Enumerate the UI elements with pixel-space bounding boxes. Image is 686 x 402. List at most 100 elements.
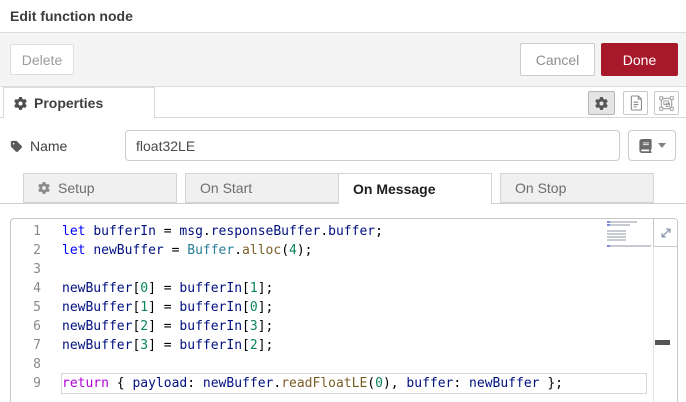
code-token: . bbox=[320, 224, 329, 239]
code-token: let bbox=[62, 224, 86, 239]
tab-label: On Stop bbox=[515, 180, 567, 196]
code-token: . bbox=[202, 224, 211, 239]
name-form-row: Name bbox=[0, 118, 686, 173]
code-token: newBuffer bbox=[93, 243, 164, 258]
code-token: payload bbox=[132, 376, 188, 391]
code-token: ]; bbox=[257, 319, 274, 334]
line-numbers[interactable]: 1 2 3 4 5 6 7 8 9 bbox=[11, 222, 41, 393]
code-token: [ bbox=[242, 319, 250, 334]
name-label-text: Name bbox=[30, 138, 68, 154]
code-token: newBuffer bbox=[62, 281, 133, 296]
code-token: 2 bbox=[140, 319, 149, 334]
code-token: buffer bbox=[328, 224, 376, 239]
code-editor[interactable]: 123456789 let bufferIn = msg.responseBuf… bbox=[10, 218, 678, 402]
minimap[interactable] bbox=[607, 221, 651, 247]
expand-button[interactable] bbox=[653, 219, 677, 247]
gear-icon bbox=[14, 96, 27, 110]
gear-icon bbox=[595, 96, 608, 110]
minimap-row bbox=[607, 236, 626, 238]
code-token: ]; bbox=[257, 281, 274, 296]
code-token: ] = bbox=[148, 281, 180, 296]
code-token: 1 bbox=[249, 281, 258, 296]
object-group-icon bbox=[659, 95, 674, 111]
code-token: ), bbox=[382, 376, 407, 391]
code-line[interactable]: let bufferIn = msg.responseBuffer.buffer… bbox=[62, 222, 646, 241]
code-token: newBuffer bbox=[62, 338, 133, 353]
code-line[interactable] bbox=[62, 355, 646, 374]
code-line[interactable]: newBuffer[1] = bufferIn[0]; bbox=[62, 298, 646, 317]
expand-icon bbox=[660, 227, 672, 239]
code-token: let bbox=[62, 243, 86, 258]
line-number: 5 bbox=[33, 300, 41, 315]
tab-on-start[interactable]: On Start bbox=[185, 173, 339, 203]
line-number: 8 bbox=[33, 357, 41, 372]
code-token: ( bbox=[367, 376, 376, 391]
code-token: newBuffer bbox=[469, 376, 540, 391]
code-token: ( bbox=[281, 243, 290, 258]
line-number: 9 bbox=[33, 376, 41, 391]
properties-icon-button[interactable] bbox=[588, 91, 615, 115]
name-label: Name bbox=[10, 138, 67, 154]
tab-label: On Start bbox=[200, 180, 253, 196]
code-token: return bbox=[62, 376, 109, 391]
code-token: bufferIn bbox=[179, 319, 243, 334]
code-token: ] = bbox=[148, 300, 180, 315]
dialog-toolbar: Delete Cancel Done bbox=[0, 33, 686, 87]
minimap-row bbox=[607, 245, 651, 247]
code-token: 1 bbox=[140, 300, 149, 315]
gear-icon bbox=[38, 182, 50, 194]
code-token: newBuffer bbox=[62, 300, 133, 315]
code-token: readFloatLE bbox=[281, 376, 368, 391]
code-token: msg bbox=[179, 224, 203, 239]
minimap-row bbox=[607, 233, 626, 235]
code-token: 0 bbox=[140, 281, 149, 296]
tab-on-stop[interactable]: On Stop bbox=[500, 173, 654, 203]
code-token: ]; bbox=[257, 338, 274, 353]
name-input[interactable] bbox=[125, 130, 620, 161]
properties-tab[interactable]: Properties bbox=[3, 87, 155, 118]
code-content[interactable]: let bufferIn = msg.responseBuffer.buffer… bbox=[61, 222, 647, 394]
code-token: ] = bbox=[148, 338, 180, 353]
appearance-icon-button[interactable] bbox=[654, 91, 679, 115]
code-line[interactable] bbox=[62, 260, 646, 279]
code-token: . bbox=[273, 376, 282, 391]
code-line[interactable]: newBuffer[2] = bufferIn[3]; bbox=[62, 317, 646, 336]
chevron-down-icon bbox=[657, 143, 666, 148]
properties-tab-label: Properties bbox=[34, 95, 104, 111]
code-token: bufferIn bbox=[93, 224, 156, 239]
code-token: 3 bbox=[140, 338, 149, 353]
code-token: : bbox=[187, 376, 203, 391]
code-token: [ bbox=[242, 281, 250, 296]
code-line[interactable]: newBuffer[0] = bufferIn[1]; bbox=[62, 279, 646, 298]
code-token: Buffer bbox=[187, 243, 235, 258]
code-token: ] = bbox=[148, 319, 180, 334]
code-token: 0 bbox=[375, 376, 383, 391]
code-token: 2 bbox=[249, 338, 258, 353]
tag-icon bbox=[10, 140, 23, 153]
code-line[interactable]: return { payload: newBuffer.readFloatLE(… bbox=[61, 373, 647, 394]
code-token: [ bbox=[242, 338, 250, 353]
library-button[interactable] bbox=[628, 130, 676, 161]
description-icon-button[interactable] bbox=[623, 91, 648, 115]
code-line[interactable]: let newBuffer = Buffer.alloc(4); bbox=[62, 241, 646, 260]
scrollbar-marker bbox=[655, 340, 670, 345]
delete-button[interactable]: Delete bbox=[10, 44, 74, 75]
line-number: 3 bbox=[33, 262, 41, 277]
line-number: 2 bbox=[33, 243, 41, 258]
editor-tab-bar: Properties bbox=[0, 87, 686, 118]
code-token: bufferIn bbox=[179, 300, 243, 315]
code-line[interactable]: newBuffer[3] = bufferIn[2]; bbox=[62, 336, 646, 355]
code-token: { bbox=[108, 376, 133, 391]
cancel-button[interactable]: Cancel bbox=[520, 43, 595, 76]
code-token: 4 bbox=[289, 243, 297, 258]
tab-setup[interactable]: Setup bbox=[23, 173, 177, 203]
code-token: newBuffer bbox=[62, 319, 133, 334]
tab-on-message[interactable]: On Message bbox=[338, 173, 492, 204]
code-token: bufferIn bbox=[179, 338, 243, 353]
code-token: responseBuffer bbox=[210, 224, 321, 239]
code-token: ); bbox=[296, 243, 313, 258]
line-number: 1 bbox=[33, 224, 41, 239]
done-button[interactable]: Done bbox=[601, 43, 678, 76]
minimap-row bbox=[607, 224, 630, 226]
line-number: 6 bbox=[33, 319, 41, 334]
